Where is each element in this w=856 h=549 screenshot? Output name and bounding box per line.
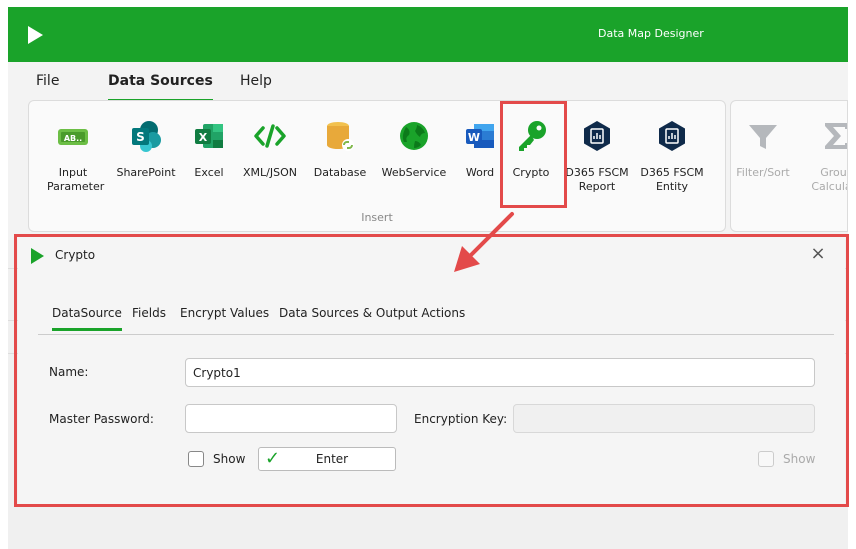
word-icon: W bbox=[466, 124, 494, 148]
sharepoint-button[interactable]: S SharePoint bbox=[116, 113, 176, 203]
database-icon bbox=[327, 122, 354, 151]
d365-fscm-entity-button[interactable]: D365 FSCM Entity bbox=[640, 113, 704, 203]
filter-sort-button[interactable]: Filter/Sort bbox=[736, 113, 790, 203]
menu-data-sources[interactable]: Data Sources bbox=[108, 73, 213, 102]
input-parameter-icon: AB.. bbox=[58, 129, 88, 145]
webservice-button[interactable]: WebService bbox=[379, 113, 449, 203]
annotation-arrow-icon bbox=[454, 212, 514, 272]
ribbon-group-label: Insert bbox=[361, 211, 393, 224]
excel-button[interactable]: X Excel bbox=[189, 113, 229, 203]
input-parameter-button[interactable]: AB.. Input Parameter bbox=[47, 113, 104, 203]
sigma-icon bbox=[825, 123, 847, 149]
svg-text:X: X bbox=[199, 131, 208, 144]
crypto-highlight-box bbox=[500, 101, 567, 208]
dialog-highlight-box bbox=[14, 234, 849, 507]
webservice-icon bbox=[400, 122, 428, 150]
menu-bar: File Data Sources Help bbox=[8, 62, 848, 102]
title-bar: Data Map Designer bbox=[8, 7, 848, 62]
xml-json-icon bbox=[254, 124, 286, 148]
excel-icon: X bbox=[195, 124, 223, 148]
sharepoint-icon: S bbox=[132, 121, 161, 152]
svg-text:AB..: AB.. bbox=[64, 134, 82, 143]
app-logo-icon bbox=[28, 26, 43, 44]
group-calculator-button[interactable]: GroupCalculato bbox=[811, 113, 847, 203]
d365-entity-icon bbox=[659, 121, 685, 151]
ribbon: AB.. Input Parameter S SharePoint X Exce… bbox=[8, 100, 848, 240]
svg-text:S: S bbox=[136, 130, 145, 144]
svg-text:W: W bbox=[468, 131, 480, 144]
app-title: Data Map Designer bbox=[598, 27, 704, 40]
word-button[interactable]: W Word bbox=[459, 113, 501, 203]
menu-file[interactable]: File bbox=[36, 73, 59, 89]
menu-help[interactable]: Help bbox=[240, 73, 272, 89]
ribbon-group-insert: AB.. Input Parameter S SharePoint X Exce… bbox=[28, 100, 726, 232]
xml-json-button[interactable]: XML/JSON bbox=[240, 113, 300, 203]
filter-icon bbox=[749, 125, 777, 149]
d365-report-icon bbox=[584, 121, 610, 151]
database-button[interactable]: Database bbox=[311, 113, 369, 203]
d365-fscm-report-button[interactable]: D365 FSCM Report bbox=[565, 113, 629, 203]
ribbon-group-transform: Filter/Sort GroupCalculato bbox=[730, 100, 848, 232]
